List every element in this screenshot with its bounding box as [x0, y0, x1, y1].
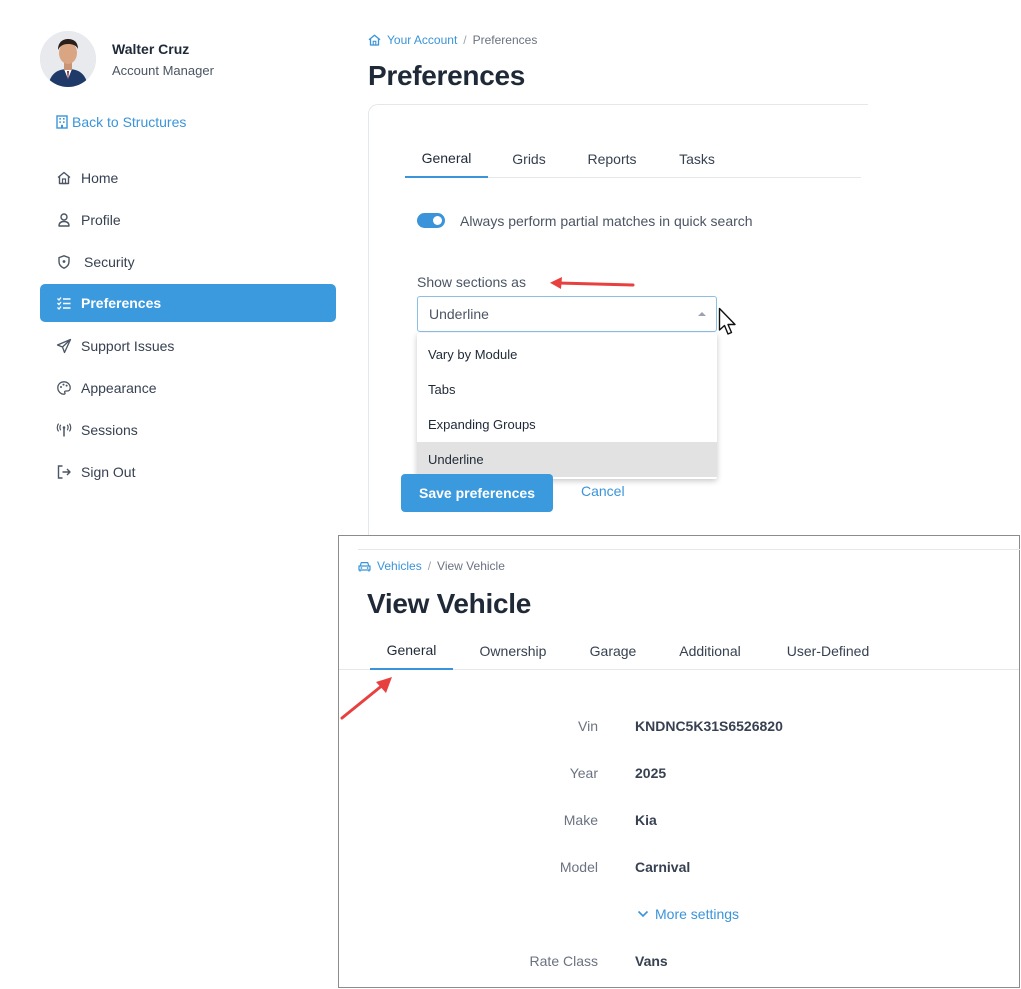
- breadcrumb-separator: /: [427, 559, 432, 573]
- partial-match-toggle[interactable]: [417, 213, 445, 228]
- tab-grids[interactable]: Grids: [500, 140, 558, 178]
- vehicle-breadcrumb: Vehicles / View Vehicle: [358, 559, 505, 573]
- checklist-icon: [56, 295, 72, 311]
- home-icon: [368, 34, 381, 46]
- sidebar-item-support-issues[interactable]: Support Issues: [40, 327, 336, 365]
- antenna-icon: [56, 422, 72, 438]
- divider: [358, 549, 1020, 550]
- tab-general[interactable]: General: [405, 140, 488, 178]
- make-label: Make: [563, 812, 598, 828]
- sidebar-item-label: Security: [84, 254, 135, 270]
- shield-icon: [56, 254, 72, 270]
- cancel-link[interactable]: Cancel: [581, 483, 625, 499]
- preferences-tabs: General Grids Reports Tasks: [405, 140, 861, 178]
- sign-out-icon: [56, 464, 72, 480]
- toggle-knob: [433, 216, 442, 225]
- year-value: 2025: [635, 765, 667, 781]
- option-vary-by-module[interactable]: Vary by Module: [417, 337, 717, 372]
- sidebar-item-home[interactable]: Home: [40, 159, 336, 197]
- user-icon: [56, 212, 72, 228]
- show-sections-select[interactable]: Underline: [417, 296, 717, 332]
- tab-general[interactable]: General: [370, 632, 453, 670]
- breadcrumb-vehicles-link[interactable]: Vehicles: [377, 559, 422, 573]
- show-sections-dropdown: Vary by Module Tabs Expanding Groups Und…: [417, 333, 717, 479]
- select-value: Underline: [429, 306, 489, 322]
- sidebar-item-preferences[interactable]: Preferences: [40, 284, 336, 322]
- breadcrumb-current: Preferences: [472, 33, 538, 47]
- breadcrumb-separator: /: [463, 33, 467, 47]
- vehicle-page-title: View Vehicle: [367, 588, 531, 619]
- option-tabs[interactable]: Tabs: [417, 372, 717, 407]
- tab-user-defined[interactable]: User-Defined: [776, 632, 880, 670]
- sidebar-item-sessions[interactable]: Sessions: [40, 411, 336, 449]
- home-icon: [56, 170, 72, 186]
- back-to-structures-link[interactable]: Back to Structures: [56, 114, 186, 130]
- breadcrumb-your-account-link[interactable]: Your Account: [387, 33, 457, 47]
- caret-up-icon: [698, 312, 706, 316]
- more-settings-toggle[interactable]: More settings: [637, 906, 739, 922]
- breadcrumb: Your Account / Preferences: [368, 33, 537, 47]
- make-value: Kia: [635, 812, 657, 828]
- tab-additional[interactable]: Additional: [669, 632, 751, 670]
- car-icon: [358, 561, 371, 572]
- user-name: Walter Cruz: [112, 41, 190, 57]
- breadcrumb-current: View Vehicle: [437, 559, 505, 573]
- vin-value: KNDNC5K31S6526820: [635, 718, 783, 734]
- sidebar-item-appearance[interactable]: Appearance: [40, 369, 336, 407]
- rate-class-label: Rate Class: [529, 953, 598, 969]
- palette-icon: [56, 380, 72, 396]
- tab-tasks[interactable]: Tasks: [667, 140, 727, 178]
- tab-reports[interactable]: Reports: [577, 140, 647, 178]
- rate-class-value: Vans: [635, 953, 668, 969]
- sidebar-item-security[interactable]: Security: [40, 243, 336, 281]
- sidebar-item-label: Appearance: [81, 380, 157, 396]
- page-title: Preferences: [368, 60, 526, 91]
- user-role: Account Manager: [112, 63, 214, 78]
- back-to-structures-label: Back to Structures: [72, 114, 187, 130]
- partial-match-label: Always perform partial matches in quick …: [460, 213, 753, 229]
- vin-label: Vin: [578, 718, 598, 734]
- sidebar-item-label: Sign Out: [81, 464, 136, 480]
- sidebar-item-label: Preferences: [81, 295, 162, 311]
- year-label: Year: [569, 765, 598, 781]
- annotation-arrow-icon: [550, 277, 635, 289]
- sidebar-item-profile[interactable]: Profile: [40, 201, 336, 239]
- option-expanding-groups[interactable]: Expanding Groups: [417, 407, 717, 442]
- sidebar-item-label: Profile: [81, 212, 121, 228]
- sidebar-item-label: Home: [81, 170, 119, 186]
- model-value: Carnival: [635, 859, 691, 875]
- show-sections-label: Show sections as: [417, 274, 526, 290]
- model-label: Model: [559, 859, 598, 875]
- mouse-cursor-icon: [718, 307, 736, 335]
- option-underline[interactable]: Underline: [417, 442, 717, 477]
- building-icon: [56, 115, 68, 129]
- paper-plane-icon: [56, 338, 72, 354]
- save-preferences-button[interactable]: Save preferences: [401, 474, 553, 512]
- vehicle-tabs: General Ownership Garage Additional User…: [339, 632, 1019, 670]
- avatar: [40, 31, 96, 87]
- sidebar-item-sign-out[interactable]: Sign Out: [40, 453, 336, 491]
- chevron-down-icon: [637, 910, 649, 918]
- sidebar-item-label: Support Issues: [81, 338, 175, 354]
- more-settings-label: More settings: [655, 906, 740, 922]
- annotation-arrow-icon: [340, 677, 392, 720]
- tab-garage[interactable]: Garage: [580, 632, 646, 670]
- tab-ownership[interactable]: Ownership: [469, 632, 557, 670]
- sidebar-item-label: Sessions: [81, 422, 138, 438]
